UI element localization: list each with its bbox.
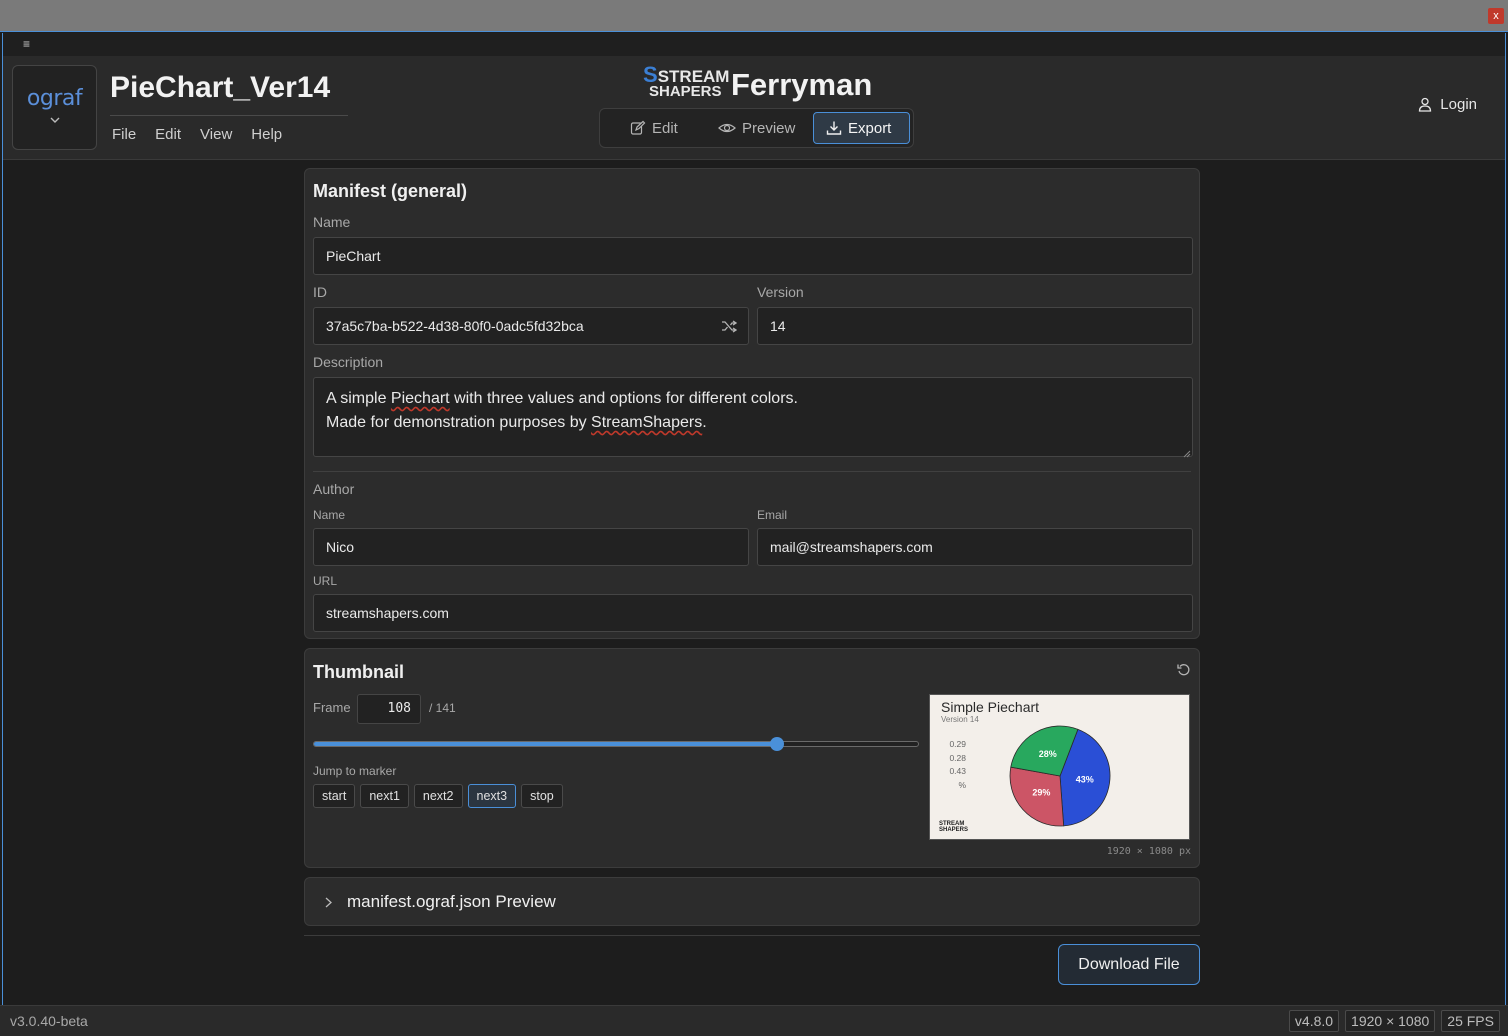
login-button[interactable]: Login <box>1418 96 1477 113</box>
name-label: Name <box>313 214 351 230</box>
chevron-down-icon <box>13 115 96 126</box>
status-bar: v3.0.40-beta v4.8.0 1920 × 1080 25 FPS <box>0 1005 1508 1036</box>
menu-file[interactable]: File <box>112 126 136 143</box>
tab-export-label: Export <box>848 119 892 137</box>
refresh-icon[interactable] <box>1177 663 1191 682</box>
preview-legend: 0.29 0.28 0.43 % <box>949 738 966 792</box>
marker-stop-button[interactable]: stop <box>521 784 563 808</box>
menu-edit[interactable]: Edit <box>155 126 181 143</box>
description-line-2: Made for demonstration purposes by Strea… <box>326 414 707 431</box>
version-input[interactable]: 14 <box>757 307 1193 345</box>
marker-next3-button[interactable]: next3 <box>467 784 517 808</box>
download-file-button[interactable]: Download File <box>1058 944 1200 985</box>
tab-edit[interactable]: Edit <box>628 112 704 144</box>
marker-next1-button[interactable]: next1 <box>360 784 409 808</box>
description-textarea[interactable]: A simple Piechart with three values and … <box>313 377 1193 457</box>
id-value: 37a5c7ba-b522-4d38-80f0-0adc5fd32bca <box>326 318 584 334</box>
preview-legend-value: % <box>958 779 966 790</box>
app-version: v3.0.40-beta <box>10 1013 88 1029</box>
preview-pie-chart: 43% 29% 28% <box>1009 725 1111 827</box>
jump-to-marker-label: Jump to marker <box>313 764 397 778</box>
author-name-input[interactable]: Nico <box>313 528 749 566</box>
id-input[interactable]: 37a5c7ba-b522-4d38-80f0-0adc5fd32bca <box>313 307 749 345</box>
fps-stat: 25 FPS <box>1441 1010 1500 1032</box>
author-label: Author <box>313 481 355 497</box>
frame-slider[interactable] <box>313 737 919 751</box>
author-email-label: Email <box>757 508 788 522</box>
download-icon <box>826 121 842 135</box>
tab-edit-label: Edit <box>652 119 678 137</box>
spell-error: StreamShapers <box>591 414 703 431</box>
brand: SSTREAM SHAPERS Ferryman <box>643 62 873 105</box>
menu-view[interactable]: View <box>200 126 232 143</box>
hamburger-icon[interactable]: ≡ <box>23 37 30 51</box>
menu-bar: File Edit View Help <box>112 126 301 143</box>
url-input[interactable]: streamshapers.com <box>313 594 1193 632</box>
name-input[interactable]: PieChart <box>313 237 1193 275</box>
window-close-button[interactable]: x <box>1488 8 1504 24</box>
user-icon <box>1419 97 1432 112</box>
ograf-logo-button[interactable]: ograf <box>12 65 97 150</box>
version-label: Version <box>757 284 804 300</box>
frame-input[interactable]: 108 <box>357 694 421 724</box>
author-email-input[interactable]: mail@streamshapers.com <box>757 528 1193 566</box>
thumbnail-panel: Thumbnail Frame 108 / 141 Jump to marker… <box>304 648 1200 868</box>
preview-subtitle: Version 14 <box>941 715 979 724</box>
streamshapers-logo: SSTREAM SHAPERS <box>643 62 730 100</box>
id-label: ID <box>313 284 327 300</box>
marker-start-button[interactable]: start <box>313 784 356 808</box>
preview-legend-value: 0.28 <box>949 752 966 763</box>
app-name: Ferryman <box>731 67 873 102</box>
ograf-logo: ograf <box>26 86 83 111</box>
menu-strip: ≡ <box>3 33 1505 56</box>
pie-slice-label: 29% <box>1032 788 1050 798</box>
section-divider <box>313 471 1191 472</box>
url-label: URL <box>313 574 338 588</box>
window-titlebar: x <box>0 0 1508 32</box>
menu-help[interactable]: Help <box>251 126 282 143</box>
thumbnail-title: Thumbnail <box>313 662 404 682</box>
spell-error: Piechart <box>390 390 450 407</box>
pie-slice-label: 28% <box>1039 749 1057 759</box>
manifest-preview-toggle[interactable]: manifest.ograf.json Preview <box>304 877 1200 926</box>
marker-buttons: start next1 next2 next3 stop <box>313 784 568 808</box>
preview-logo: STREAM SHAPERS <box>939 821 969 833</box>
slider-thumb[interactable] <box>769 737 784 751</box>
shuffle-icon[interactable] <box>721 318 738 339</box>
tab-export[interactable]: Export <box>813 112 910 144</box>
bottom-divider <box>304 935 1200 936</box>
resize-handle-icon[interactable] <box>1182 445 1191 463</box>
chevron-right-icon <box>325 895 332 913</box>
frame-total: / 141 <box>429 701 456 715</box>
pencil-icon <box>630 120 646 135</box>
preview-title: Simple Piechart <box>941 699 1040 715</box>
manifest-title: Manifest (general) <box>313 181 468 201</box>
mode-switcher: Edit Preview Export <box>599 108 914 148</box>
author-name-label: Name <box>313 508 346 522</box>
title-divider <box>110 115 348 116</box>
eye-icon <box>718 123 736 133</box>
slider-fill <box>314 742 777 746</box>
thumbnail-preview: Simple Piechart Version 14 0.29 0.28 0.4… <box>929 694 1190 840</box>
description-label: Description <box>313 354 384 370</box>
preview-legend-value: 0.43 <box>949 766 966 776</box>
tab-preview[interactable]: Preview <box>718 112 808 144</box>
description-line-1: A simple Piechart with three values and … <box>326 390 798 407</box>
library-version: v4.8.0 <box>1288 1010 1340 1032</box>
login-label: Login <box>1440 96 1477 113</box>
manifest-preview-label: manifest.ograf.json Preview <box>347 892 556 911</box>
preview-legend-value: 0.29 <box>949 739 966 749</box>
document-title[interactable]: PieChart_Ver14 <box>110 71 330 105</box>
tab-preview-label: Preview <box>742 119 796 137</box>
marker-next2-button[interactable]: next2 <box>413 784 463 808</box>
app-header: ograf PieChart_Ver14 File Edit View Help… <box>3 56 1505 160</box>
manifest-panel: Manifest (general) Name PieChart ID 37a5… <box>304 168 1200 639</box>
frame-label: Frame <box>313 700 351 715</box>
resolution-caption: 1920 × 1080 px <box>1106 846 1191 857</box>
status-stats: v4.8.0 1920 × 1080 25 FPS <box>1283 1010 1500 1032</box>
pie-slice-label: 43% <box>1076 775 1094 785</box>
resolution-stat: 1920 × 1080 <box>1345 1010 1436 1032</box>
